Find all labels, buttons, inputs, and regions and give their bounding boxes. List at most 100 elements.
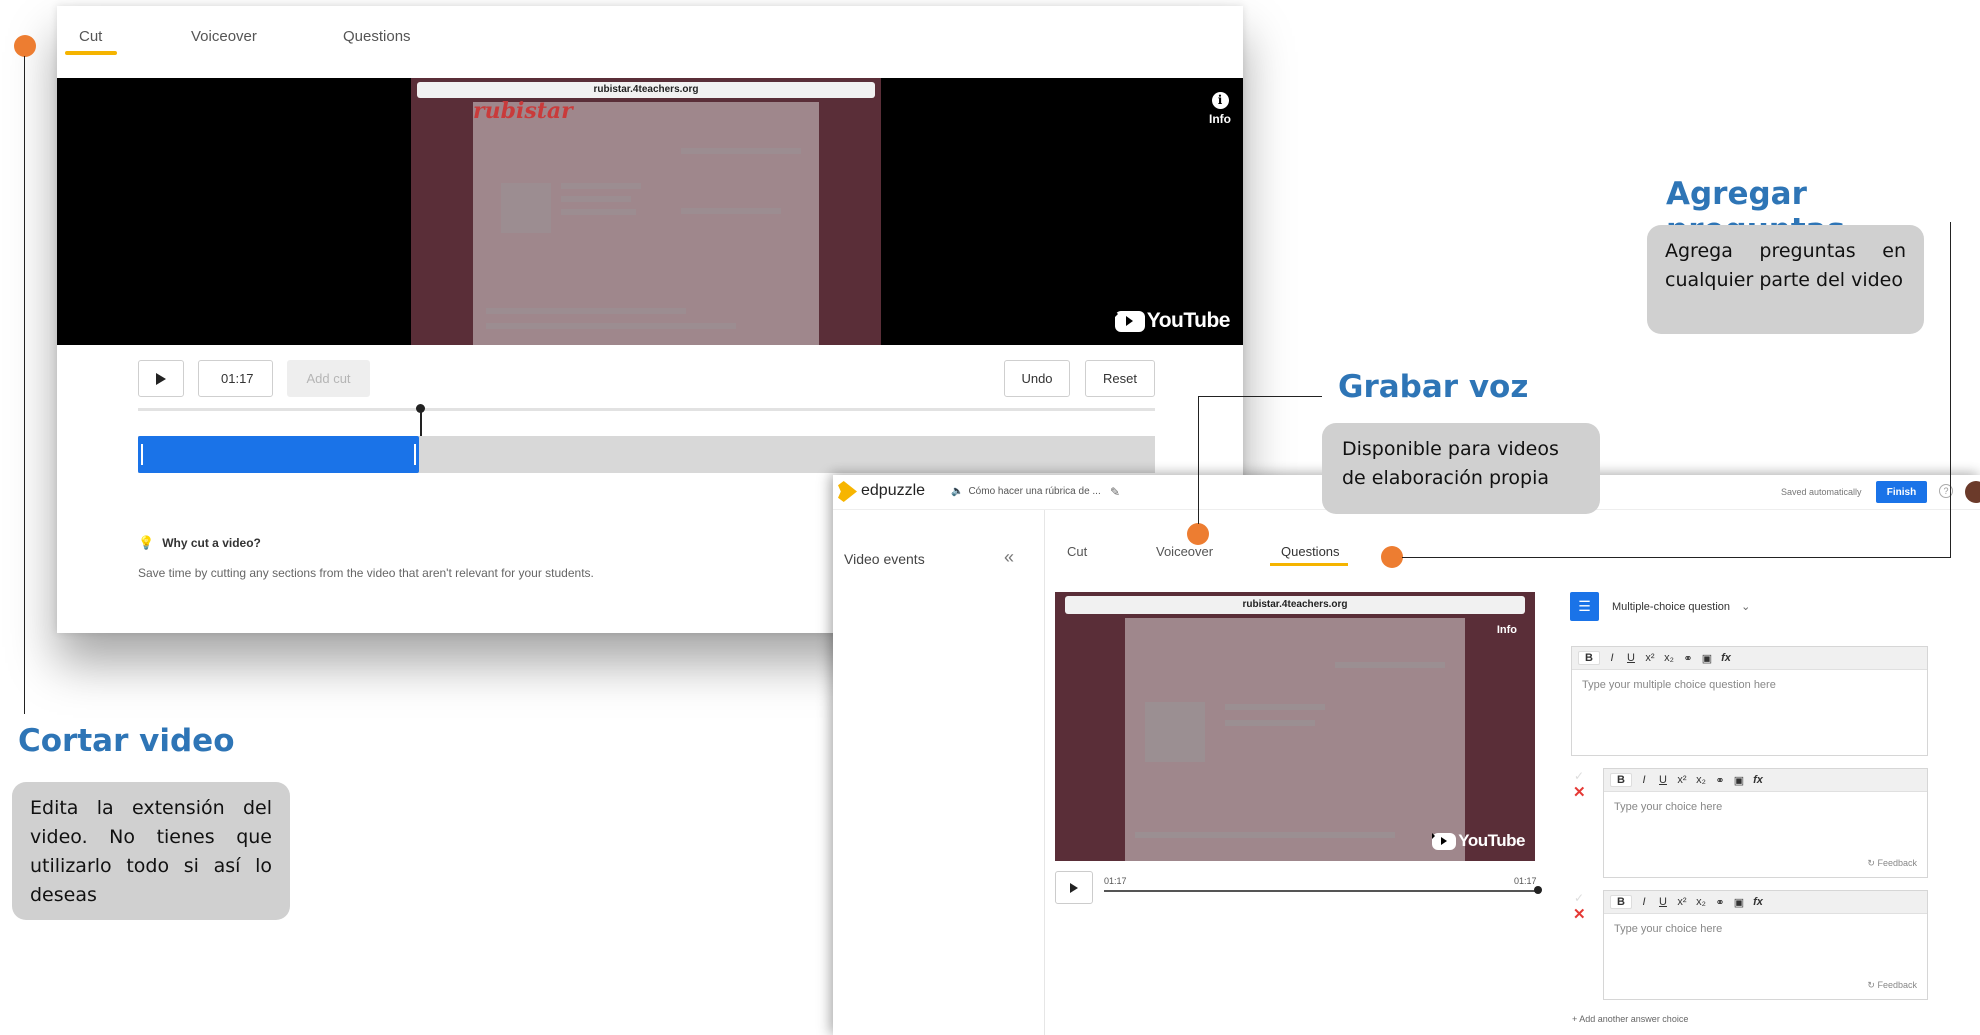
formula-button[interactable]: fx	[1751, 774, 1765, 786]
image-icon[interactable]: ▣	[1700, 652, 1714, 665]
video-player[interactable]: rubistar.4teachers.org Info YouTube	[1055, 592, 1535, 861]
choice-toolbar: B I U x² x₂ ⚭ ▣ fx	[1604, 891, 1927, 914]
playhead-handle[interactable]	[416, 404, 425, 413]
tab-cut[interactable]: Cut	[79, 28, 102, 45]
underline-button[interactable]: U	[1624, 652, 1638, 664]
play-button[interactable]	[138, 360, 184, 397]
underline-button[interactable]: U	[1656, 896, 1670, 908]
link-icon[interactable]: ⚭	[1713, 774, 1727, 787]
questions-callout-line-v	[1950, 222, 1951, 558]
underline-button[interactable]: U	[1656, 774, 1670, 786]
link-icon[interactable]: ⚭	[1681, 652, 1695, 665]
time-input[interactable]: 01:17	[198, 360, 273, 397]
italic-button[interactable]: I	[1637, 774, 1651, 786]
play-icon	[156, 372, 166, 385]
tab-questions[interactable]: Questions	[1281, 544, 1340, 559]
italic-button[interactable]: I	[1637, 896, 1651, 908]
incorrect-x-icon[interactable]: ✕	[1573, 783, 1586, 801]
bold-button[interactable]: B	[1610, 895, 1632, 909]
choice-editor-1[interactable]: B I U x² x₂ ⚭ ▣ fx Type your choice here…	[1603, 768, 1928, 878]
question-placeholder: Type your multiple choice question here	[1582, 679, 1776, 691]
video-events-sidebar	[833, 510, 1045, 1035]
page-text-line	[1225, 720, 1315, 726]
cut-callout-dot	[14, 35, 36, 57]
cut-annotation-text: Edita la extensión del video. No tienes …	[12, 782, 290, 920]
tab-voiceover[interactable]: Voiceover	[191, 28, 257, 45]
italic-button[interactable]: I	[1605, 652, 1619, 664]
collapse-sidebar-icon[interactable]: «	[1004, 547, 1014, 568]
tab-cut[interactable]: Cut	[1067, 544, 1087, 559]
bold-button[interactable]: B	[1610, 773, 1632, 787]
cut-track[interactable]	[138, 436, 1155, 473]
current-time: 01:17	[1104, 876, 1127, 886]
play-button[interactable]	[1055, 871, 1093, 904]
pencil-icon[interactable]: ✎	[1110, 485, 1120, 499]
tab-voiceover[interactable]: Voiceover	[1156, 544, 1213, 559]
timeline-scrubber[interactable]	[138, 408, 1155, 411]
page-text-line	[681, 208, 781, 214]
progress-handle[interactable]	[1534, 886, 1542, 894]
image-icon[interactable]: ▣	[1732, 896, 1746, 909]
formula-button[interactable]: fx	[1751, 896, 1765, 908]
incorrect-x-icon[interactable]: ✕	[1573, 905, 1586, 923]
lightbulb-icon: 💡	[138, 535, 155, 550]
video-title[interactable]: 🔈 Cómo hacer una rúbrica de ...	[951, 486, 1101, 497]
info-label[interactable]: Info	[1497, 624, 1517, 636]
brand-name: edpuzzle	[861, 482, 926, 499]
cut-handle-left[interactable]	[141, 444, 143, 465]
image-icon[interactable]: ▣	[1732, 774, 1746, 787]
superscript-button[interactable]: x²	[1675, 774, 1689, 786]
tab-questions[interactable]: Questions	[343, 28, 411, 45]
subscript-button[interactable]: x₂	[1662, 652, 1676, 664]
feedback-link[interactable]: ↻ Feedback	[1867, 980, 1917, 991]
undo-button[interactable]: Undo	[1004, 360, 1070, 397]
youtube-logo: YouTube	[1432, 831, 1525, 851]
page-text-line	[486, 308, 686, 314]
questions-annotation-text: Agrega preguntas en cualquier parte del …	[1647, 225, 1924, 334]
cut-selection[interactable]	[138, 436, 419, 473]
info-label: Info	[1209, 112, 1231, 126]
video-frame: rubistar.4teachers.org rubistar	[411, 78, 881, 345]
video-title-text: Cómo hacer una rúbrica de ...	[968, 486, 1101, 497]
superscript-button[interactable]: x²	[1643, 652, 1657, 664]
finish-button[interactable]: Finish	[1876, 481, 1927, 503]
link-icon[interactable]: ⚭	[1713, 896, 1727, 909]
question-type-icon[interactable]: ☰	[1570, 592, 1599, 621]
refresh-icon: ↻	[1867, 858, 1878, 868]
bold-button[interactable]: B	[1578, 651, 1600, 665]
feedback-link[interactable]: ↻ Feedback	[1867, 858, 1917, 869]
page-text-line	[486, 323, 736, 329]
questions-editor-window: edpuzzle 🔈 Cómo hacer una rúbrica de ...…	[833, 475, 1980, 1035]
question-type-select[interactable]: Multiple-choice question ⌄	[1612, 600, 1750, 613]
checkmark-icon[interactable]: ✓	[1574, 769, 1584, 783]
page-text-line	[1335, 662, 1445, 668]
info-button[interactable]: i Info	[1209, 92, 1231, 126]
voice-callout-line-v	[1198, 396, 1199, 524]
subscript-button[interactable]: x₂	[1694, 896, 1708, 908]
youtube-play-icon	[1114, 310, 1145, 332]
end-time: 01:17	[1514, 876, 1537, 886]
sidebar-title: Video events	[844, 551, 925, 567]
cut-callout-line	[24, 56, 25, 714]
choice-placeholder: Type your choice here	[1614, 923, 1723, 935]
subscript-button[interactable]: x₂	[1694, 774, 1708, 786]
voice-callout-line-h	[1198, 396, 1322, 397]
question-editor[interactable]: B I U x² x₂ ⚭ ▣ fx Type your multiple ch…	[1571, 646, 1928, 756]
avatar[interactable]	[1965, 481, 1980, 503]
youtube-play-icon	[1432, 832, 1457, 850]
reset-button[interactable]: Reset	[1085, 360, 1155, 397]
formula-button[interactable]: fx	[1719, 652, 1733, 664]
refresh-icon: ↻	[1867, 980, 1878, 990]
choice-editor-2[interactable]: B I U x² x₂ ⚭ ▣ fx Type your choice here…	[1603, 890, 1928, 1000]
add-answer-choice-link[interactable]: + Add another answer choice	[1572, 1014, 1688, 1024]
cut-handle-right[interactable]	[413, 444, 416, 465]
superscript-button[interactable]: x²	[1675, 896, 1689, 908]
chevron-down-icon: ⌄	[1741, 601, 1751, 613]
video-player[interactable]: rubistar.4teachers.org rubistar i Info Y…	[57, 78, 1243, 345]
progress-track[interactable]	[1104, 890, 1538, 892]
checkmark-icon[interactable]: ✓	[1574, 891, 1584, 905]
active-tab-indicator	[1270, 563, 1348, 566]
add-cut-button[interactable]: Add cut	[287, 360, 370, 397]
info-icon: i	[1211, 92, 1229, 109]
questions-callout-dot	[1381, 546, 1403, 568]
